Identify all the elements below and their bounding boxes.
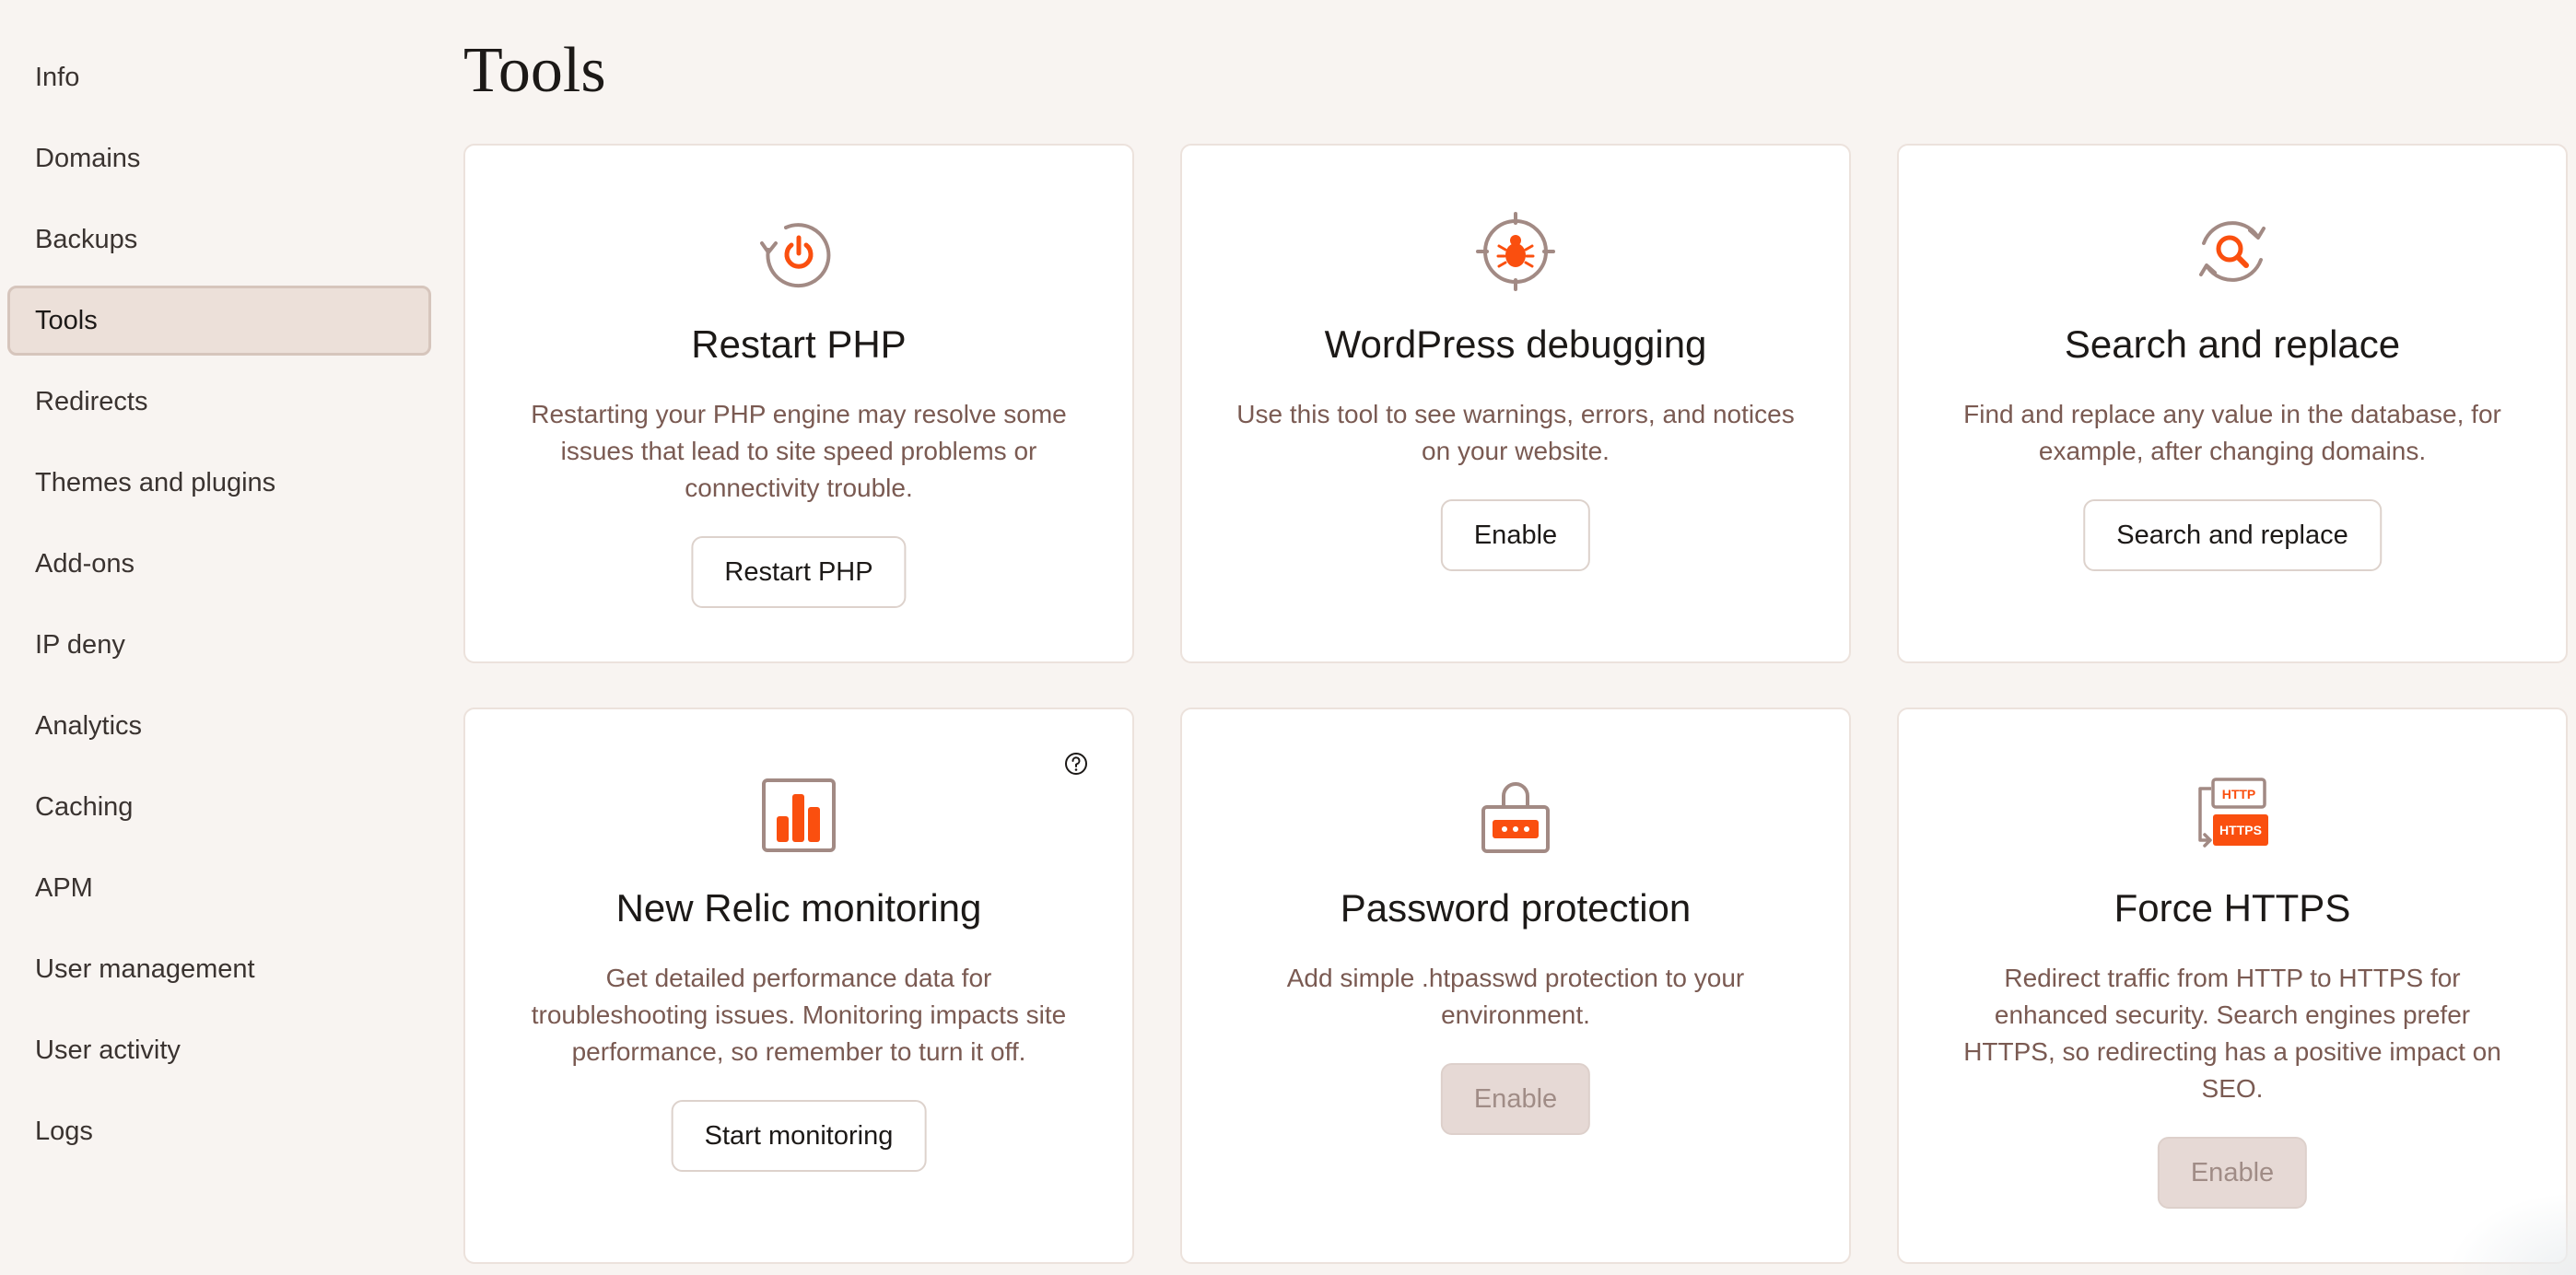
sidebar-item-domains[interactable]: Domains	[7, 123, 431, 193]
sidebar-item-label: APM	[35, 872, 93, 903]
page-title: Tools	[463, 35, 606, 106]
card-title: WordPress debugging	[1324, 322, 1707, 366]
card-description: Add simple .htpasswd protection to your …	[1286, 964, 1745, 1029]
start-monitoring-button[interactable]: Start monitoring	[671, 1100, 927, 1172]
restart-php-card: Restart PHP Restarting your PHP engine m…	[463, 144, 1134, 663]
sidebar-item-redirects[interactable]: Redirects	[7, 367, 431, 437]
card-description: Use this tool to see warnings, errors, a…	[1236, 400, 1795, 465]
search-refresh-icon	[2191, 210, 2274, 293]
new-relic-monitoring-card: New Relic monitoring Get detailed perfor…	[463, 708, 1134, 1264]
sidebar-item-user-management[interactable]: User management	[7, 934, 431, 1004]
sidebar-item-analytics[interactable]: Analytics	[7, 691, 431, 761]
corner-shadow	[2447, 1192, 2576, 1275]
sidebar-item-backups[interactable]: Backups	[7, 205, 431, 275]
sidebar-item-label: Redirects	[35, 386, 148, 416]
sidebar-item-label: Caching	[35, 791, 134, 822]
sidebar-item-ip-deny[interactable]: IP deny	[7, 610, 431, 680]
card-description: Find and replace any value in the databa…	[1963, 400, 2501, 465]
sidebar-item-label: Info	[35, 62, 80, 92]
enable-force-https-button[interactable]: Enable	[2157, 1137, 2308, 1209]
sidebar-item-label: Tools	[35, 305, 98, 335]
sidebar-item-user-activity[interactable]: User activity	[7, 1015, 431, 1085]
card-title: Search and replace	[2064, 322, 2401, 366]
help-icon[interactable]	[1064, 752, 1088, 776]
http-https-icon: HTTP HTTPS	[2191, 774, 2274, 857]
lock-icon	[1474, 774, 1557, 857]
sidebar-item-label: Logs	[35, 1116, 93, 1146]
card-title: Force HTTPS	[2113, 886, 2351, 930]
card-title: Password protection	[1340, 886, 1692, 930]
sidebar-item-label: Add-ons	[35, 548, 135, 579]
sidebar-item-tools[interactable]: Tools	[7, 286, 431, 356]
card-title: New Relic monitoring	[615, 886, 982, 930]
card-description: Get detailed performance data for troubl…	[531, 964, 1067, 1066]
card-title: Restart PHP	[691, 322, 907, 366]
search-and-replace-button[interactable]: Search and replace	[2083, 499, 2382, 571]
http-icon-label: HTTP	[2222, 787, 2256, 801]
card-description: Redirect traffic from HTTP to HTTPS for …	[1963, 964, 2501, 1103]
enable-debugging-button[interactable]: Enable	[1440, 499, 1591, 571]
sidebar-item-add-ons[interactable]: Add-ons	[7, 529, 431, 599]
restart-php-button[interactable]: Restart PHP	[691, 536, 907, 608]
sidebar-item-caching[interactable]: Caching	[7, 772, 431, 842]
password-protection-card: Password protection Add simple .htpasswd…	[1180, 708, 1851, 1264]
bar-chart-icon	[757, 774, 840, 857]
power-restart-icon	[757, 210, 840, 293]
sidebar-item-logs[interactable]: Logs	[7, 1096, 431, 1166]
sidebar-item-label: Domains	[35, 143, 141, 173]
sidebar-item-apm[interactable]: APM	[7, 853, 431, 923]
sidebar-item-themes-and-plugins[interactable]: Themes and plugins	[7, 448, 431, 518]
sidebar-item-label: User activity	[35, 1035, 181, 1065]
sidebar-item-label: User management	[35, 953, 255, 984]
https-icon-label: HTTPS	[2219, 823, 2262, 837]
sidebar-item-label: Themes and plugins	[35, 467, 276, 497]
bug-target-icon	[1474, 210, 1557, 293]
sidebar-item-label: Analytics	[35, 710, 143, 741]
sidebar-item-label: Backups	[35, 224, 138, 254]
card-description: Restarting your PHP engine may resolve s…	[531, 400, 1067, 502]
force-https-card: HTTP HTTPS Force HTTPS Redirect traffic …	[1897, 708, 2568, 1264]
wordpress-debugging-card: WordPress debugging Use this tool to see…	[1180, 144, 1851, 663]
sidebar-item-label: IP deny	[35, 629, 125, 660]
sidebar-nav: Info Domains Backups Tools Redirects The…	[0, 0, 442, 1275]
search-and-replace-card: Search and replace Find and replace any …	[1897, 144, 2568, 663]
enable-password-protection-button[interactable]: Enable	[1440, 1063, 1591, 1135]
sidebar-item-info[interactable]: Info	[7, 42, 431, 112]
